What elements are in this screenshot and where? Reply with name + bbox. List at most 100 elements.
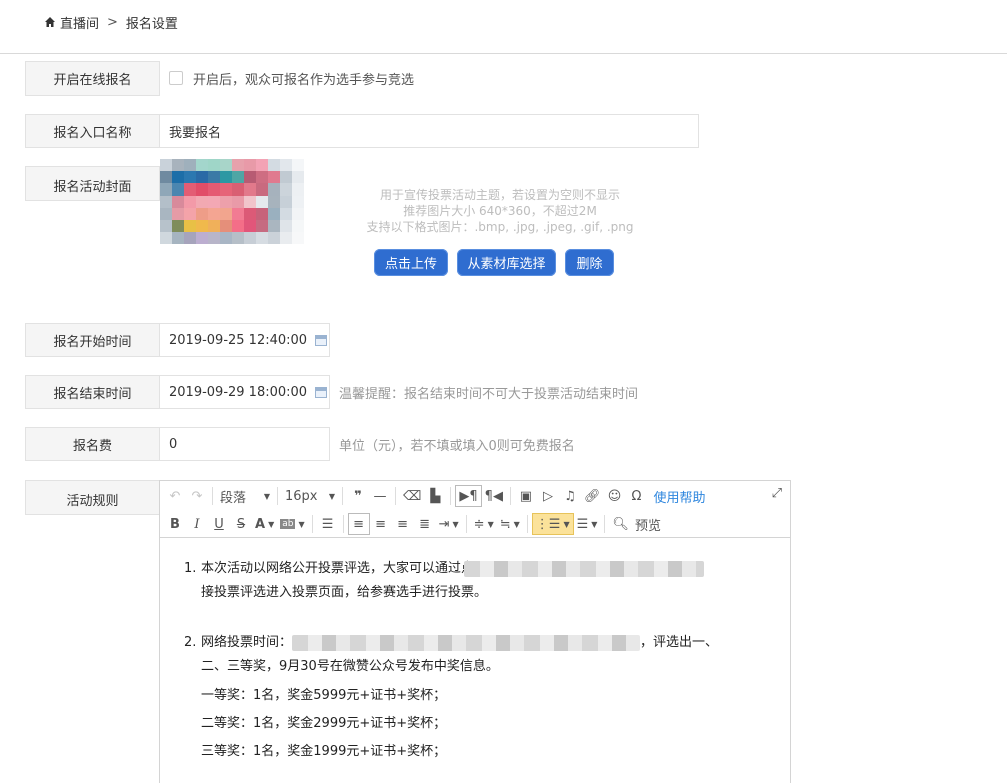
cover-hint-line: 支持以下格式图片：.bmp, .jpg, .jpeg, .gif, .png	[366, 220, 634, 234]
redacted-text	[464, 560, 705, 577]
start-time-input[interactable]: 2019-09-25 12:40:00	[159, 323, 330, 357]
rule-text: 网络投票时间：	[201, 635, 293, 650]
delete-cover-button[interactable]: 删除	[565, 249, 614, 276]
rule-text-line: 二、三等奖，9月30号在微赞公众号发布中奖信息。	[201, 659, 499, 674]
paragraph-spacing-icon[interactable]: ≒ ▼	[497, 513, 523, 535]
emoji-icon[interactable]: ☺	[603, 485, 625, 507]
toolbar-row-1: ↶ ↷ 段落 ▼ 16px ▼ ❞ — ⌫ ▙ ▶¶ ¶◀ ▣ ▷ ♫ 🔗︎ ☺ Ω…	[164, 484, 705, 508]
chevron-down-icon: ▼	[263, 491, 270, 501]
fee-input[interactable]: 0	[159, 427, 330, 461]
cover-mosaic-tile	[208, 171, 220, 184]
online-signup-label: 开启在线报名	[25, 61, 160, 96]
cover-mosaic-tile	[232, 219, 244, 233]
prize-line: 一等奖：1名，奖金5999元+证书+奖杯；	[201, 688, 447, 703]
cover-mosaic-tile	[256, 219, 268, 233]
rtl-direction-icon[interactable]: ¶◀	[482, 485, 506, 507]
editor-content[interactable]: 1. 本次活动以网络公开投票评选，大家可以通过点 接投票评选进入投票页面，给参赛…	[184, 557, 774, 764]
strikethrough-icon[interactable]: S	[230, 513, 252, 535]
cover-mosaic-tile	[268, 183, 280, 196]
cover-mosaic-tile	[172, 183, 184, 196]
align-justify-icon[interactable]: ≣	[414, 513, 436, 535]
line-height-icon[interactable]: ≑ ▼	[471, 513, 497, 535]
cover-mosaic-tile	[256, 159, 268, 172]
ltr-direction-icon[interactable]: ▶¶	[455, 485, 482, 507]
cover-mosaic-tile	[268, 232, 280, 244]
bold-icon[interactable]: B	[164, 513, 186, 535]
italic-icon[interactable]: I	[186, 513, 208, 535]
home-icon[interactable]	[44, 16, 56, 28]
cover-mosaic-tile	[220, 171, 232, 184]
cover-mosaic-tile	[184, 195, 196, 208]
upload-button[interactable]: 点击上传	[374, 249, 448, 276]
preview-button[interactable]: 预览	[632, 513, 664, 535]
background-color-icon[interactable]: ab ▼	[277, 513, 307, 535]
cover-mosaic-tile	[256, 183, 268, 196]
cover-mosaic-tile	[292, 183, 304, 196]
horizontal-rule-icon[interactable]: —	[369, 485, 391, 507]
cover-mosaic-tile	[232, 171, 244, 184]
end-time-label: 报名结束时间	[25, 375, 160, 409]
align-right-icon[interactable]: ≡	[392, 513, 414, 535]
editor-help-link[interactable]: 使用帮助	[653, 487, 705, 506]
cover-mosaic-tile	[220, 219, 232, 233]
cover-mosaic-tile	[220, 195, 232, 208]
underline-icon[interactable]: U	[208, 513, 230, 535]
undo-icon[interactable]: ↶	[164, 485, 186, 507]
cover-mosaic-tile	[208, 183, 220, 196]
fullscreen-icon[interactable]: ⤢	[772, 486, 782, 501]
video-icon[interactable]: ▷	[537, 485, 559, 507]
toolbar-divider	[342, 487, 343, 505]
rich-text-editor[interactable]: ↶ ↷ 段落 ▼ 16px ▼ ❞ — ⌫ ▙ ▶¶ ¶◀ ▣ ▷ ♫ 🔗︎ ☺ Ω…	[159, 480, 791, 783]
unordered-list-icon[interactable]: ☰ ▼	[574, 513, 601, 535]
cover-mosaic-tile	[268, 195, 280, 208]
calendar-icon[interactable]	[315, 335, 327, 346]
redo-icon[interactable]: ↷	[186, 485, 208, 507]
cover-mosaic-tile	[268, 207, 280, 220]
cover-mosaic-tile	[256, 195, 268, 208]
cover-mosaic-tile	[280, 207, 292, 220]
font-size-select[interactable]: 16px ▼	[282, 485, 338, 507]
choose-from-library-button[interactable]: 从素材库选择	[457, 249, 556, 276]
calendar-icon[interactable]	[315, 387, 327, 398]
cover-mosaic-tile	[244, 232, 256, 244]
special-char-icon[interactable]: Ω	[625, 485, 647, 507]
rule-text: 本次活动以网络公开投票评选，大家可以通过点	[201, 561, 475, 576]
font-color-icon[interactable]: A ▼	[252, 513, 277, 535]
align-left-icon[interactable]: ≡	[347, 513, 370, 535]
preview-icon[interactable]: 🔍︎	[609, 513, 632, 535]
music-icon[interactable]: ♫	[559, 485, 581, 507]
font-size-value: 16px	[285, 488, 318, 504]
cover-mosaic-tile	[196, 232, 208, 244]
chevron-down-icon: ▼	[591, 519, 598, 529]
redacted-text	[292, 634, 641, 651]
link-icon[interactable]: 🔗︎	[581, 485, 604, 507]
cover-mosaic-tile	[232, 195, 244, 208]
format-painter-icon[interactable]: ▙	[424, 485, 446, 507]
cover-mosaic-tile	[220, 232, 232, 244]
entry-name-input[interactable]: 我要报名	[159, 114, 699, 148]
align-center-icon[interactable]: ≡	[370, 513, 392, 535]
toolbar-divider	[526, 515, 528, 533]
cover-mosaic-tile	[196, 171, 208, 184]
cover-mosaic-tile	[232, 159, 244, 172]
image-icon[interactable]: ▣	[515, 485, 537, 507]
cover-mosaic-tile	[280, 171, 292, 184]
clear-format-icon[interactable]: ☰	[317, 513, 339, 535]
paragraph-format-select[interactable]: 段落 ▼	[217, 485, 273, 507]
cover-mosaic-tile	[172, 232, 184, 244]
end-time-input[interactable]: 2019-09-29 18:00:00	[159, 375, 330, 409]
cover-image-thumbnail	[160, 159, 304, 244]
eraser-icon[interactable]: ⌫	[400, 485, 424, 507]
cover-mosaic-tile	[232, 207, 244, 220]
cover-mosaic-tile	[280, 219, 292, 233]
toolbar-row-2: B I U S A ▼ ab ▼ ☰ ≡ ≡ ≡ ≣ ⇥ ▼ ≑ ▼ ≒ ▼ ⋮☰ ▼ ☰ ▼…	[164, 512, 664, 536]
toolbar-divider	[604, 515, 606, 533]
breadcrumb-home-link[interactable]: 直播间	[60, 13, 99, 32]
chevron-down-icon: ▼	[513, 519, 520, 529]
cover-mosaic-tile	[292, 171, 304, 184]
ordered-list-icon[interactable]: ⋮☰ ▼	[531, 513, 574, 535]
blockquote-icon[interactable]: ❞	[347, 485, 369, 507]
indent-icon[interactable]: ⇥ ▼	[436, 513, 462, 535]
chevron-down-icon: ▼	[563, 519, 570, 529]
online-signup-checkbox[interactable]	[169, 71, 183, 85]
